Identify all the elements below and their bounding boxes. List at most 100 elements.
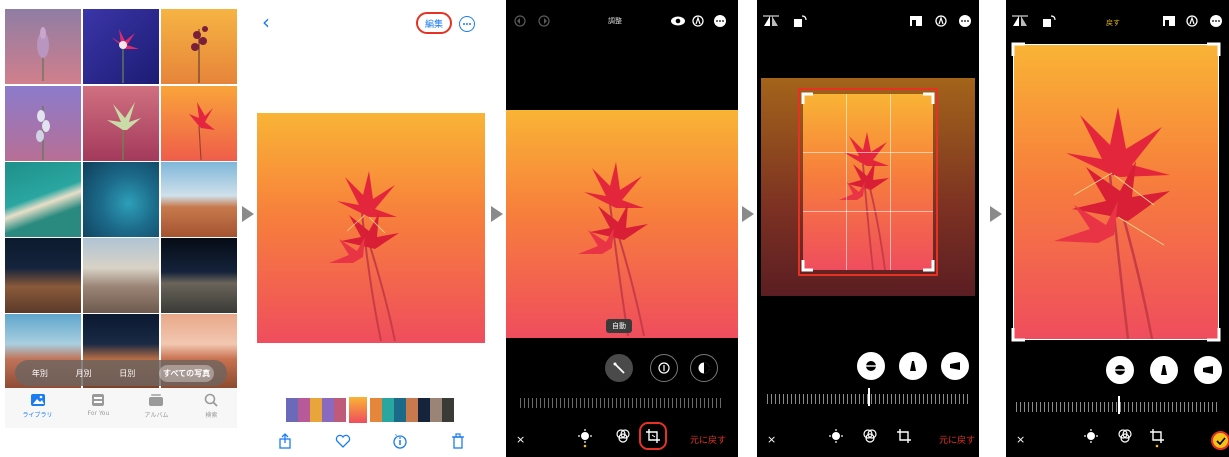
markup-icon[interactable]: [1186, 12, 1198, 31]
adjustment-slider[interactable]: [520, 398, 724, 408]
aspect-ratio-icon[interactable]: [1162, 12, 1176, 31]
trash-icon[interactable]: [448, 431, 468, 451]
adjust-icon[interactable]: [1084, 428, 1098, 447]
photo-thumbnail[interactable]: [5, 162, 81, 237]
segment-days[interactable]: 日別: [115, 365, 139, 382]
brilliance-button[interactable]: [690, 354, 718, 382]
photo-edit-screen: 調整 自動 × 元に戻す: [506, 0, 738, 457]
vertical-perspective-button[interactable]: [1150, 356, 1178, 384]
filters-icon[interactable]: [863, 428, 877, 447]
tab-albums-label: アルバム: [144, 412, 169, 419]
for-you-icon: [90, 393, 106, 407]
done-button[interactable]: [1211, 431, 1229, 450]
filters-icon[interactable]: [1118, 428, 1132, 447]
flip-icon[interactable]: [763, 12, 779, 31]
heart-icon[interactable]: [333, 431, 353, 451]
auto-enhance-button[interactable]: [605, 354, 633, 382]
back-button[interactable]: ‹: [262, 12, 270, 32]
aspect-ratio-icon[interactable]: [909, 12, 923, 31]
tab-library[interactable]: ライブラリ: [23, 393, 53, 419]
rotate-icon[interactable]: [793, 12, 807, 31]
more-icon[interactable]: [959, 12, 971, 31]
horizontal-perspective-button[interactable]: [1194, 356, 1222, 384]
more-options-button[interactable]: [459, 16, 475, 32]
auto-label: 自動: [606, 319, 632, 333]
redo-icon[interactable]: [538, 12, 550, 31]
navigation-bar: ‹ 編集: [256, 10, 487, 38]
share-icon[interactable]: [275, 431, 295, 451]
strip-thumbnail[interactable]: [334, 398, 346, 422]
more-icon[interactable]: [714, 12, 726, 31]
photo-thumbnail[interactable]: [5, 238, 81, 313]
photo-library-icon: [30, 393, 46, 407]
revert-button[interactable]: 元に戻す: [690, 433, 726, 446]
segment-months[interactable]: 月別: [72, 365, 96, 382]
horizontal-perspective-icon: [950, 362, 960, 370]
crop-icon[interactable]: [1150, 428, 1164, 448]
ellipsis-icon: [463, 23, 471, 25]
photo-thumbnail[interactable]: [5, 9, 81, 84]
vertical-perspective-icon: [910, 361, 916, 371]
tab-for-you[interactable]: For You: [88, 393, 109, 417]
segment-all-photos[interactable]: すべての写真: [159, 364, 215, 382]
strip-thumbnail[interactable]: [406, 398, 418, 422]
crop-screen: × 元に戻す: [757, 0, 979, 457]
photo-thumbnail[interactable]: [83, 238, 159, 313]
strip-thumbnail[interactable]: [349, 397, 367, 423]
crop-icon[interactable]: [646, 428, 660, 447]
strip-thumbnail[interactable]: [286, 398, 298, 422]
strip-thumbnail[interactable]: [442, 398, 454, 422]
photo-thumbnail[interactable]: [83, 86, 159, 161]
strip-thumbnail[interactable]: [394, 398, 406, 422]
filters-icon[interactable]: [616, 428, 630, 447]
tab-search[interactable]: 検索: [203, 393, 219, 419]
vertical-perspective-button[interactable]: [899, 352, 927, 380]
straighten-button[interactable]: [857, 352, 885, 380]
strip-thumbnail[interactable]: [418, 398, 430, 422]
undo-icon[interactable]: [514, 12, 526, 31]
edit-bottom-bar: × 元に戻す: [506, 422, 738, 454]
photo-thumbnail[interactable]: [161, 238, 237, 313]
adjust-icon[interactable]: [578, 428, 592, 448]
tab-bar: ライブラリ For You アルバム 検索: [5, 388, 237, 428]
edit-top-bar: 調整: [506, 10, 738, 32]
crop-icon[interactable]: [897, 428, 911, 447]
flip-icon[interactable]: [1012, 12, 1028, 31]
vertical-perspective-icon: [1161, 365, 1167, 375]
revert-button[interactable]: 元に戻す: [939, 433, 975, 446]
crop-top-bar: [757, 10, 979, 32]
markup-icon[interactable]: [692, 12, 704, 31]
horizontal-perspective-button[interactable]: [941, 352, 969, 380]
photo-thumbnail[interactable]: [161, 9, 237, 84]
magic-wand-icon: [613, 362, 625, 374]
straighten-button[interactable]: [1106, 356, 1134, 384]
segment-years[interactable]: 年別: [28, 365, 52, 382]
viewer-toolbar: [256, 428, 487, 454]
more-icon[interactable]: [1210, 12, 1222, 31]
exposure-button[interactable]: [650, 354, 678, 382]
cancel-button[interactable]: ×: [516, 433, 525, 446]
rotate-icon[interactable]: [1042, 12, 1056, 31]
photo-thumbnail[interactable]: [161, 86, 237, 161]
photo-thumbnail[interactable]: [5, 86, 81, 161]
photo-thumbnail[interactable]: [83, 9, 159, 84]
strip-thumbnail[interactable]: [322, 398, 334, 422]
eye-icon[interactable]: [670, 12, 686, 31]
cancel-button[interactable]: ×: [1016, 433, 1025, 446]
strip-thumbnail[interactable]: [370, 398, 382, 422]
strip-thumbnail[interactable]: [298, 398, 310, 422]
markup-icon[interactable]: [935, 12, 947, 31]
photo-thumbnail[interactable]: [161, 162, 237, 237]
reset-button[interactable]: 戻す: [1106, 18, 1120, 28]
photo-thumbnail[interactable]: [83, 162, 159, 237]
tab-albums[interactable]: アルバム: [144, 393, 168, 419]
cropped-photo[interactable]: [1013, 44, 1219, 340]
strip-thumbnail[interactable]: [430, 398, 442, 422]
adjust-icon[interactable]: [829, 428, 843, 447]
strip-thumbnail[interactable]: [310, 398, 322, 422]
strip-thumbnail[interactable]: [382, 398, 394, 422]
edit-button[interactable]: 編集: [416, 12, 452, 34]
info-icon[interactable]: [390, 431, 410, 451]
edit-photo: [506, 110, 738, 338]
cancel-button[interactable]: ×: [767, 433, 776, 446]
